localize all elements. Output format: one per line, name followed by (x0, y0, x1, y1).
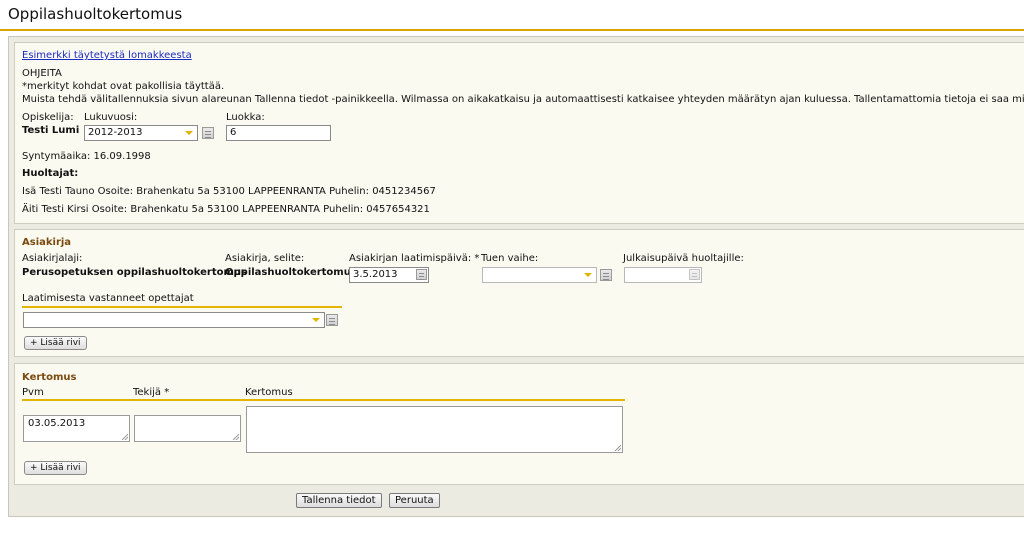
list-icon[interactable] (600, 269, 612, 281)
support-stage-label: Tuen vaihe: (481, 253, 539, 264)
save-button[interactable]: Tallenna tiedot (296, 493, 382, 508)
report-author-input[interactable] (134, 415, 241, 442)
date-column-header: Pvm (22, 387, 44, 398)
report-date-input[interactable]: 03.05.2013 (23, 415, 130, 442)
form-container: Esimerkki täytetystä lomakkeesta OHJEITA… (8, 36, 1024, 517)
document-type-label: Asiakirjalaji: (22, 253, 83, 264)
created-date-label: Asiakirjan laatimispäivä: * (349, 253, 480, 264)
document-description-label: Asiakirja, selite: (225, 253, 305, 264)
add-teacher-row-button[interactable]: + Lisää rivi (24, 336, 87, 350)
calendar-icon[interactable] (416, 269, 427, 280)
resize-handle-icon[interactable] (615, 445, 621, 451)
page-title: Oppilashuoltokertomus (8, 5, 183, 23)
calendar-icon[interactable] (689, 269, 700, 280)
instruction-save: Muista tehdä välitallennuksia sivun alar… (22, 94, 1024, 105)
resize-handle-icon[interactable] (233, 434, 239, 440)
class-label: Luokka: (226, 112, 265, 123)
guardian-father: Isä Testi Tauno Osoite: Brahenkatu 5a 53… (22, 186, 436, 197)
document-heading: Asiakirja (22, 237, 72, 248)
example-form-link[interactable]: Esimerkki täytetystä lomakkeesta (22, 50, 192, 61)
report-panel: Kertomus Pvm Tekijä * Kertomus 03.05.201… (14, 363, 1024, 485)
document-panel: Asiakirja Asiakirjalaji: Perusopetuksen … (14, 229, 1024, 357)
chevron-down-icon (312, 318, 320, 322)
created-date-value: 3.5.2013 (353, 269, 398, 280)
report-column-header: Kertomus (245, 387, 293, 398)
class-input[interactable]: 6 (226, 125, 331, 141)
birthdate: Syntymäaika: 16.09.1998 (22, 151, 151, 162)
publish-date-label: Julkaisupäivä huoltajille: (623, 253, 744, 264)
report-heading: Kertomus (22, 372, 77, 383)
instruction-required: *merkityt kohdat ovat pakollisia täyttää… (22, 81, 225, 92)
document-type-value: Perusopetuksen oppilashuoltokertomus (22, 267, 247, 278)
guardian-mother: Äiti Testi Kirsi Osoite: Brahenkatu 5a 5… (22, 204, 430, 215)
teachers-label: Laatimisesta vastanneet opettajat (22, 293, 194, 304)
student-name: Testi Lumi (22, 125, 80, 136)
school-year-select[interactable]: 2012-2013 (84, 125, 198, 141)
student-info-panel: Esimerkki täytetystä lomakkeesta OHJEITA… (14, 42, 1024, 224)
title-divider (0, 29, 1024, 31)
class-value: 6 (230, 127, 237, 138)
resize-handle-icon[interactable] (122, 434, 128, 440)
chevron-down-icon (584, 273, 592, 277)
list-icon[interactable] (326, 314, 338, 326)
support-stage-select[interactable] (482, 267, 597, 283)
school-year-value: 2012-2013 (88, 127, 143, 138)
school-year-label: Lukuvuosi: (84, 112, 138, 123)
author-column-header: Tekijä * (133, 387, 170, 398)
created-date-input[interactable]: 3.5.2013 (349, 267, 429, 283)
publish-date-input[interactable] (624, 267, 702, 283)
list-icon[interactable] (202, 127, 214, 139)
teachers-select[interactable] (23, 312, 325, 328)
document-description-value: Oppilashuoltokertomus (225, 267, 357, 278)
guardians-heading: Huoltajat: (22, 168, 79, 179)
chevron-down-icon (185, 131, 193, 135)
report-header-underline (22, 399, 625, 401)
student-label: Opiskelija: (22, 112, 74, 123)
cancel-button[interactable]: Peruuta (389, 493, 440, 508)
report-date-value: 03.05.2013 (28, 418, 86, 429)
add-report-row-button[interactable]: + Lisää rivi (24, 461, 87, 475)
teachers-underline (22, 306, 342, 308)
report-text-input[interactable] (246, 406, 623, 453)
instructions-heading: OHJEITA (22, 68, 62, 79)
